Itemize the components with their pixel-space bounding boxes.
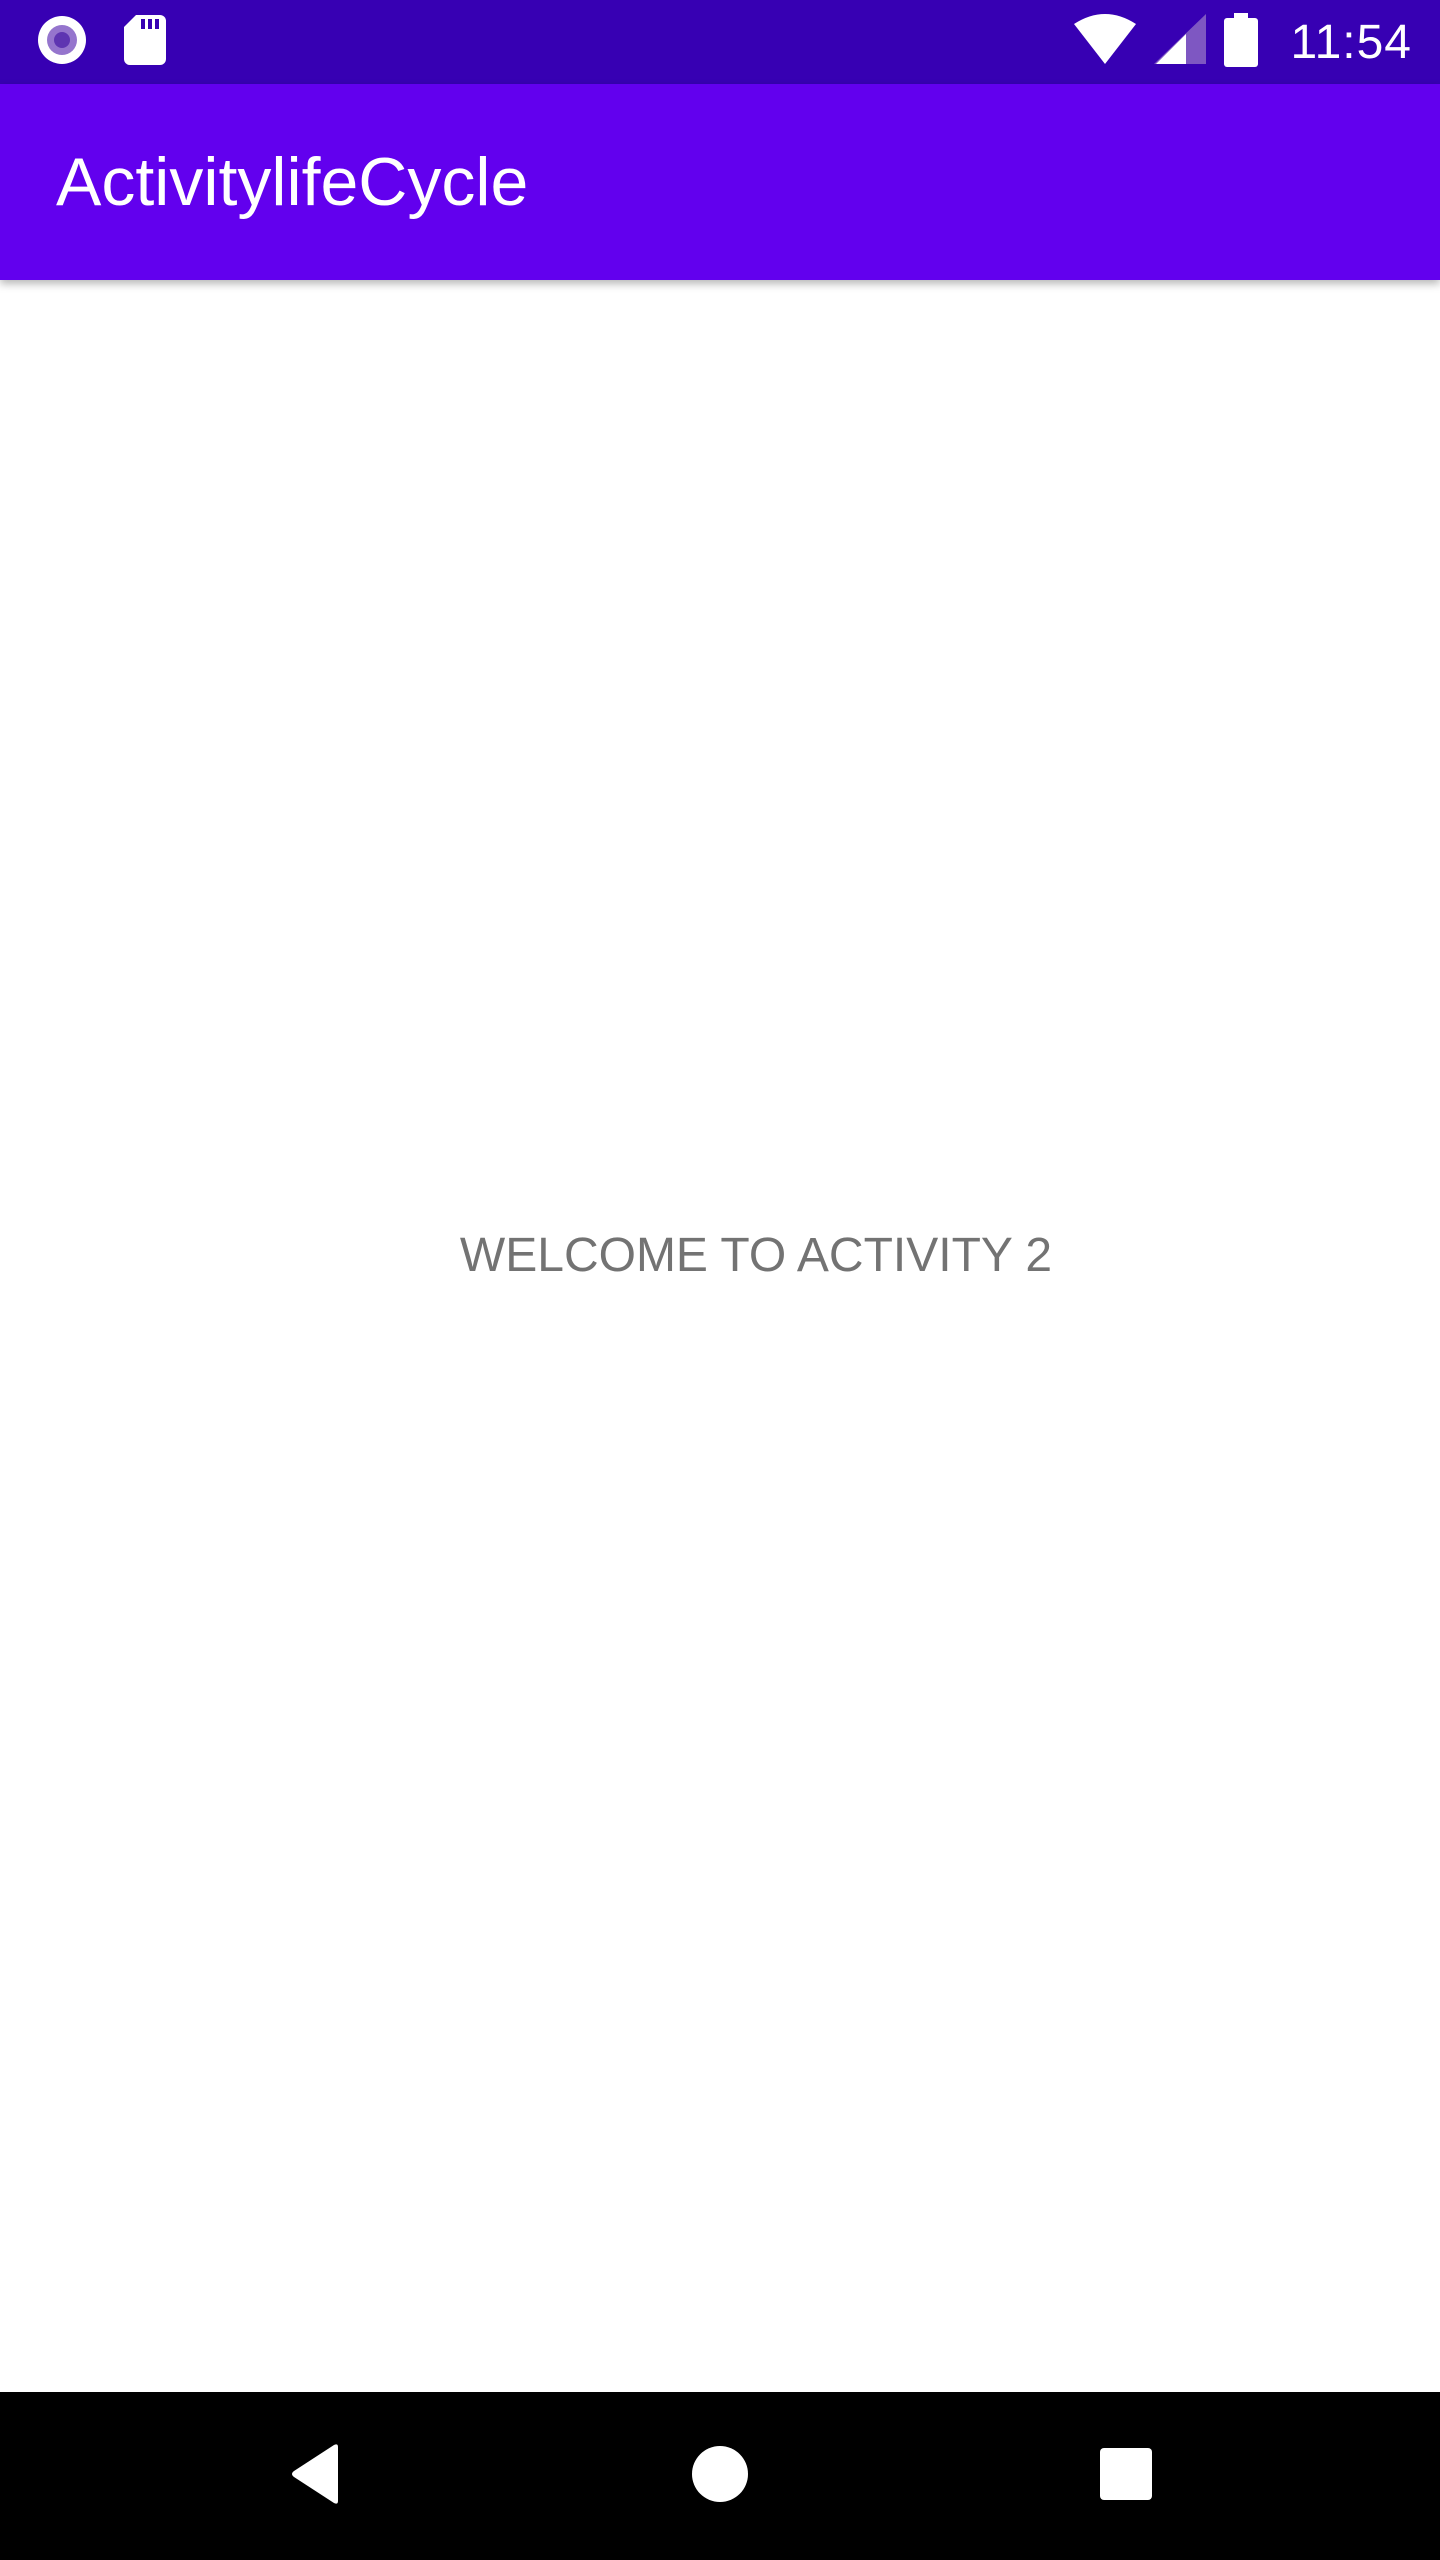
sd-card-icon — [124, 14, 166, 70]
back-icon — [288, 2443, 344, 2510]
clock: 11:54 — [1290, 15, 1412, 69]
navigation-bar — [0, 2392, 1440, 2560]
status-right-icons: 11:54 — [1074, 0, 1412, 84]
main-content: WELCOME TO ACTIVITY 2 — [0, 280, 1440, 2392]
battery-icon — [1224, 12, 1259, 72]
radio-button-icon — [36, 14, 88, 71]
back-button[interactable] — [236, 2392, 396, 2560]
home-icon — [691, 2445, 749, 2508]
screen: 11:54 ActivitylifeCycle WELCOME TO ACTIV… — [0, 0, 1440, 2560]
status-bar: 11:54 — [0, 0, 1440, 84]
app-bar: ActivitylifeCycle — [0, 84, 1440, 280]
app-title: ActivitylifeCycle — [56, 144, 529, 220]
welcome-text: WELCOME TO ACTIVITY 2 — [459, 1229, 1053, 1282]
cell-signal-icon — [1154, 13, 1207, 71]
wifi-icon — [1074, 13, 1137, 71]
recents-button[interactable] — [1046, 2392, 1206, 2560]
recents-icon — [1100, 2447, 1152, 2505]
home-button[interactable] — [640, 2392, 800, 2560]
status-left-icons — [36, 0, 166, 84]
